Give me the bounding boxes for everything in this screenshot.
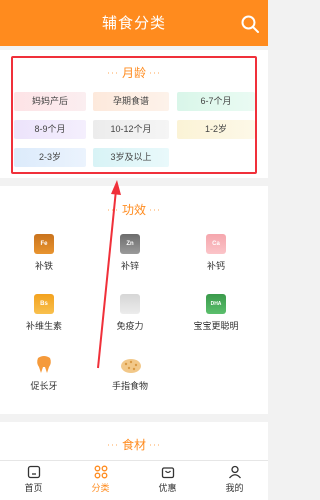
vitamin-jar-icon: Bs	[34, 294, 54, 314]
func-item-iron[interactable]: Fe 补铁	[14, 234, 74, 272]
age-chip-8-9-months[interactable]: 8-9个月	[14, 120, 86, 139]
fe-jar-icon: Fe	[34, 234, 54, 254]
age-section-title: ··· 月龄 ···	[106, 66, 161, 80]
function-section-title: ··· 功效 ···	[106, 203, 161, 217]
func-label: 宝宝更聪明	[193, 321, 239, 331]
category-icon	[94, 465, 107, 479]
tab-label: 分类	[91, 483, 110, 493]
tab-label: 我的	[225, 483, 244, 493]
age-chip-1-2-years[interactable]: 1-2岁	[177, 120, 255, 139]
tab-discount[interactable]: 优惠	[134, 461, 201, 500]
age-chip-10-12-months[interactable]: 10-12个月	[93, 120, 169, 139]
func-label: 补维生素	[25, 321, 62, 331]
user-icon	[228, 465, 241, 479]
func-label: 补钙	[206, 261, 225, 271]
tab-profile[interactable]: 我的	[201, 461, 268, 500]
home-icon	[27, 465, 40, 479]
func-item-vitamin[interactable]: Bs 补维生素	[14, 294, 74, 332]
func-item-teeth[interactable]: 促长牙	[14, 354, 74, 392]
tab-label: 优惠	[158, 483, 177, 493]
func-item-finger-food[interactable]: 手指食物	[100, 354, 160, 392]
tab-category[interactable]: 分类	[67, 461, 134, 500]
age-chip-pregnancy[interactable]: 孕期食谱	[93, 92, 169, 111]
bottom-tab-bar: 首页 分类 优惠 我的	[0, 460, 268, 500]
age-chip-postpartum[interactable]: 妈妈产后	[14, 92, 86, 111]
func-label: 手指食物	[111, 381, 148, 391]
dha-jar-icon: DHA	[206, 294, 226, 314]
zn-jar-icon: Zn	[120, 234, 140, 254]
func-label: 补锌	[120, 261, 139, 271]
age-section: ··· 月龄 ··· 妈妈产后 孕期食谱 6-7个月 8-9个月 10-12个月 1…	[0, 50, 268, 178]
top-app-bar: 辅食分类	[0, 0, 268, 46]
function-section: ··· 功效 ··· Fe 补铁 Zn 补锌 Ca 补钙 Bs 补维生素 免疫力 D…	[0, 186, 268, 414]
func-item-immunity[interactable]: 免疫力	[100, 294, 160, 332]
ca-jar-icon: Ca	[206, 234, 226, 254]
search-icon[interactable]	[240, 14, 260, 34]
age-chip-2-3-years[interactable]: 2-3岁	[14, 148, 86, 167]
page-title: 辅食分类	[101, 15, 166, 32]
finger-food-icon	[120, 354, 141, 374]
tab-home[interactable]: 首页	[0, 461, 67, 500]
func-label: 促长牙	[30, 381, 58, 391]
ingredients-section: ··· 食材 ···	[0, 422, 268, 464]
age-chip-6-7-months[interactable]: 6-7个月	[177, 92, 255, 111]
func-item-dha[interactable]: DHA 宝宝更聪明	[186, 294, 246, 332]
tab-label: 首页	[24, 483, 43, 493]
immunity-jar-icon	[120, 294, 140, 314]
age-chip-3-plus-years[interactable]: 3岁及以上	[93, 148, 169, 167]
func-label: 免疫力	[116, 321, 144, 331]
ingredients-section-title: ··· 食材 ···	[106, 438, 161, 452]
tooth-icon	[34, 354, 54, 374]
func-item-zinc[interactable]: Zn 补锌	[100, 234, 160, 272]
func-label: 补铁	[34, 261, 53, 271]
bag-icon	[161, 467, 174, 479]
func-item-calcium[interactable]: Ca 补钙	[186, 234, 246, 272]
